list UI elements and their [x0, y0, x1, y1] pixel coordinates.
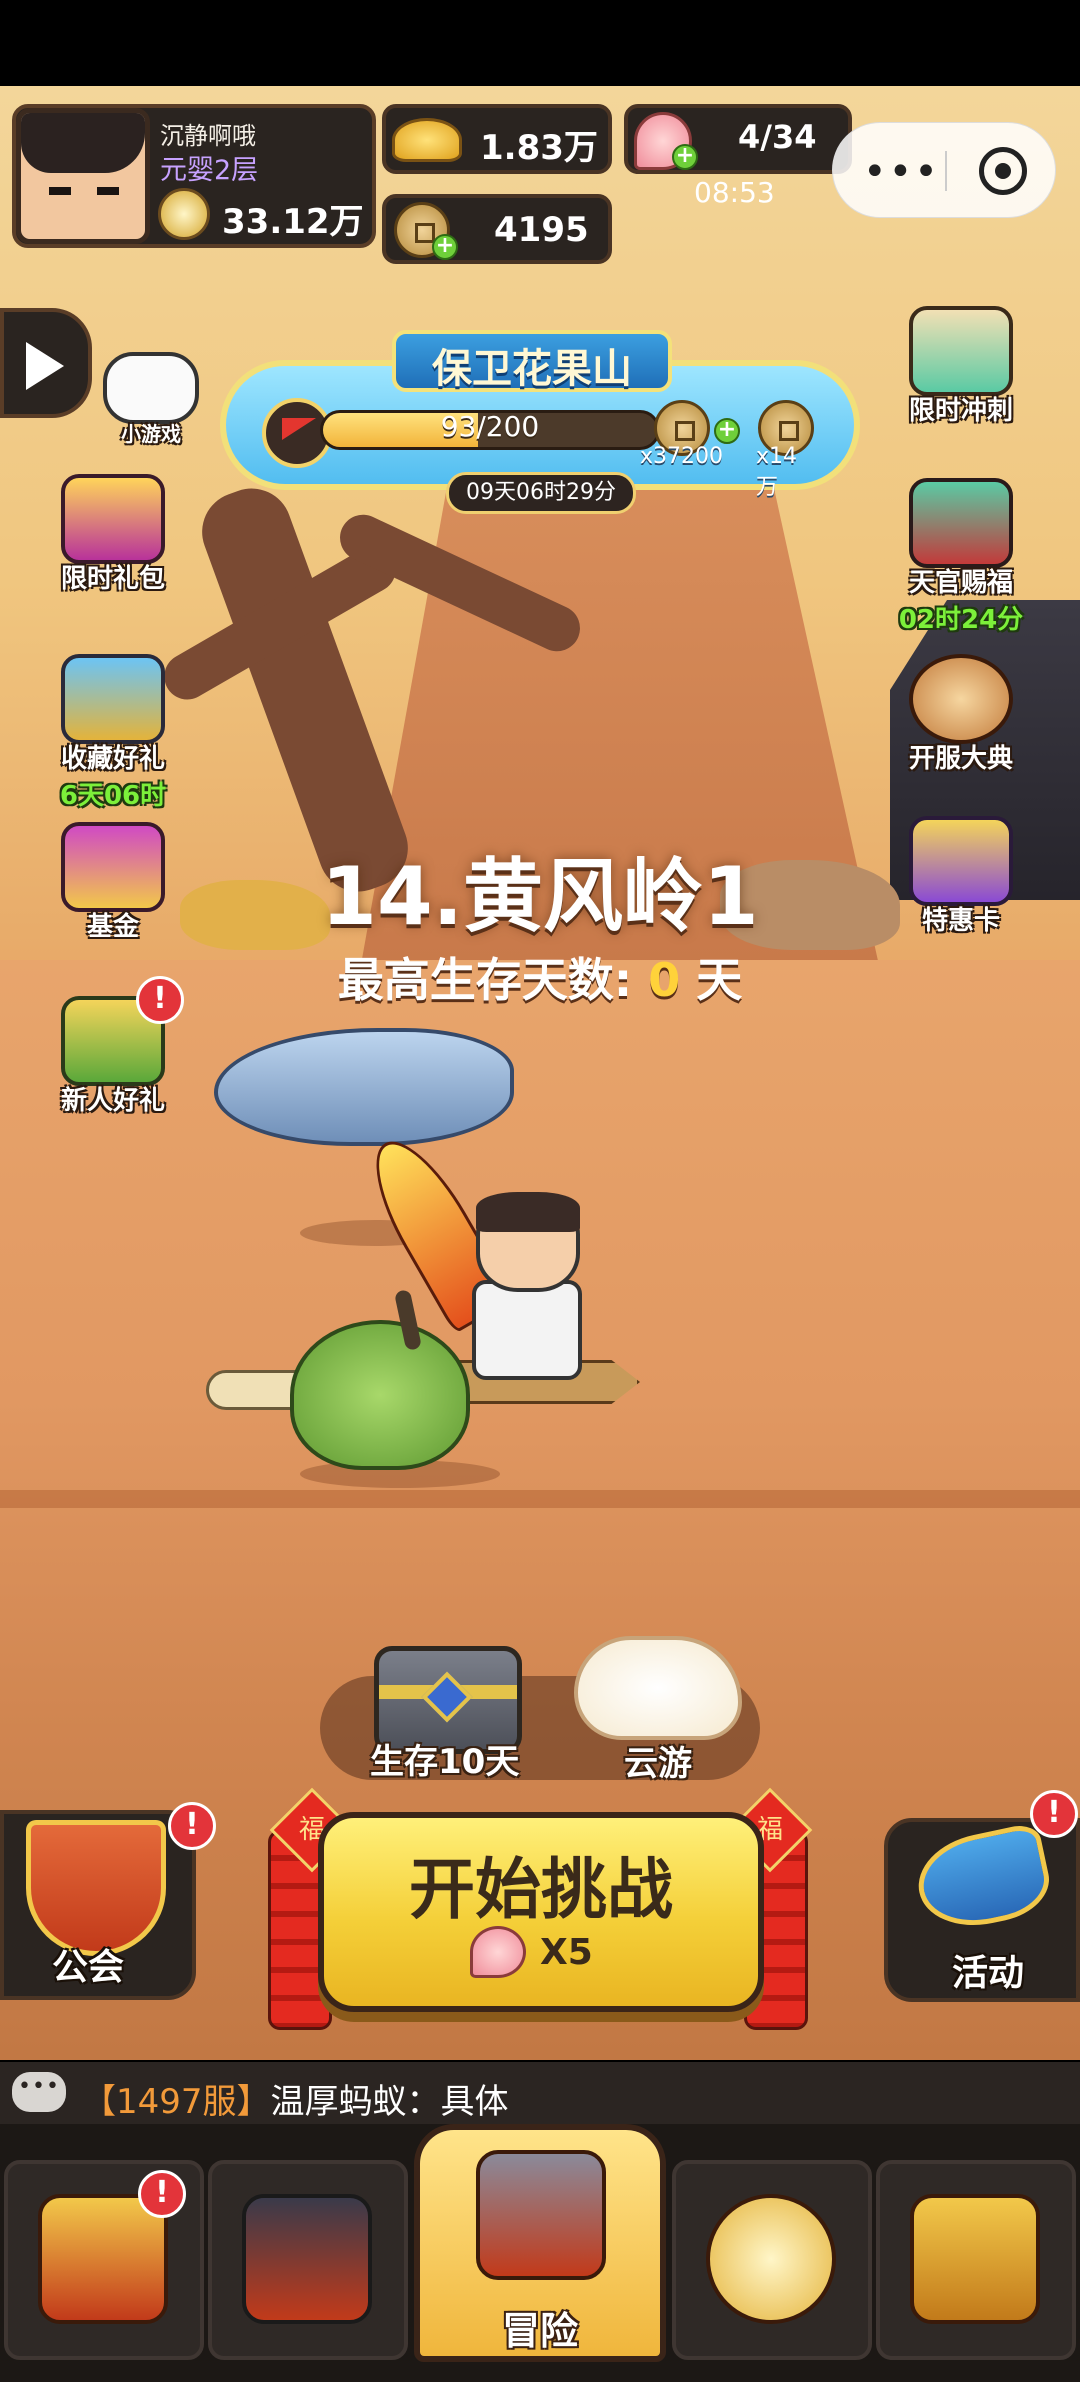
start-challenge-label: 开始挑战	[409, 1851, 673, 1928]
limited-gift-label: 限时礼包	[60, 564, 165, 594]
chat-content: 温厚蚂蚁：具体	[270, 2082, 509, 2122]
challenge-cost: X5	[470, 1926, 593, 1978]
guild-label: 公会	[52, 1947, 125, 1988]
miniprogram-capsule: •••	[832, 122, 1056, 218]
treasure-icon	[61, 654, 165, 744]
reward-2-label: x14万	[756, 444, 798, 500]
ground-edge	[0, 1490, 1080, 1508]
capsule-divider	[945, 151, 947, 191]
event-title: 保卫花果山	[432, 346, 632, 392]
armor-icon	[242, 2194, 372, 2324]
server-celebration-button[interactable]: 开服大典	[896, 654, 1026, 775]
survival-unit: 天	[696, 953, 743, 1007]
limited-sprint-label: 限时冲刺	[908, 396, 1013, 426]
peach-value: 4/34	[738, 118, 817, 156]
coin-value: 4195	[494, 210, 589, 250]
avatar-hair	[21, 113, 145, 173]
avatar-eye	[97, 187, 119, 195]
max-survival-days: 最高生存天数: 0 天	[0, 944, 1080, 1010]
nav-adventure-label: 冒险	[501, 2309, 578, 2353]
green-dragon-pet	[290, 1320, 470, 1470]
plus-icon: +	[714, 418, 740, 444]
gift-bag-icon	[61, 474, 165, 564]
survival-days-value: 0	[648, 953, 681, 1007]
limited-sprint-button[interactable]: 限时冲刺	[896, 306, 1026, 427]
mini-game-label: 小游戏	[121, 422, 181, 446]
upgrade-arrow-icon	[706, 2194, 836, 2324]
nav-treasure[interactable]	[876, 2160, 1076, 2360]
mini-game-button[interactable]: 小游戏	[86, 352, 216, 447]
peach-icon	[470, 1926, 526, 1978]
fan-icon	[909, 478, 1013, 568]
collect-gift-button[interactable]: 收藏好礼 6天06时	[48, 654, 178, 812]
event-countdown: 09天06时29分	[446, 472, 636, 514]
top-black-bar	[0, 0, 1080, 86]
close-miniprogram-icon[interactable]	[979, 147, 1027, 195]
cloud-travel-button[interactable]	[574, 1636, 742, 1740]
chat-message[interactable]: 【1497服】温厚蚂蚁：具体	[82, 2074, 509, 2123]
nav-character[interactable]	[208, 2160, 408, 2360]
stage-title: 14.黄风岭1	[321, 850, 759, 943]
chat-server: 【1497服】	[82, 2082, 271, 2122]
treasure-chest-icon	[910, 2194, 1040, 2324]
coin-resource[interactable]: + 4195	[382, 194, 612, 264]
event-progress-text: 93/200	[440, 410, 540, 443]
chat-bubble-icon[interactable]	[12, 2072, 66, 2112]
guild-banner-icon	[26, 1820, 166, 1956]
hero-body	[472, 1280, 582, 1380]
add-peach-icon[interactable]: +	[672, 144, 698, 170]
peach-resource[interactable]: + 4/34	[624, 104, 852, 174]
power-icon	[158, 188, 210, 240]
activity-button[interactable]: 活动	[884, 1818, 1080, 2002]
cloud-label: 云游	[624, 1744, 692, 1784]
challenge-cost-value: X5	[540, 1931, 593, 1973]
newbie-gift-label: 新人好礼	[60, 1086, 165, 1116]
peach-refill-timer: 08:53	[694, 176, 775, 209]
blessing-timer: 02时24分	[898, 605, 1024, 635]
player-power: 33.12万	[222, 202, 364, 242]
add-coin-icon[interactable]: +	[432, 234, 458, 260]
hero-hair	[476, 1192, 580, 1232]
more-icon[interactable]: •••	[863, 149, 940, 195]
chest-label: 生存10天	[370, 1742, 520, 1782]
horn-icon	[910, 1821, 1056, 1937]
alert-icon: !	[138, 2170, 186, 2218]
nav-upgrade[interactable]	[672, 2160, 872, 2360]
server-celebration-label: 开服大典	[908, 744, 1013, 774]
player-name: 沉静啊哦	[160, 122, 256, 150]
gold-ingot-icon	[392, 118, 462, 162]
blessing-label: 天官赐福	[908, 568, 1013, 598]
gold-resource[interactable]: 1.83万	[382, 104, 612, 174]
collect-gift-label: 收藏好礼	[60, 744, 165, 774]
player-avatar[interactable]	[16, 108, 150, 244]
gold-value: 1.83万	[480, 128, 598, 168]
hourglass-icon	[909, 306, 1013, 396]
alert-icon: !	[168, 1802, 216, 1850]
reward-1-label: x37200	[640, 444, 724, 469]
gamepad-icon	[103, 352, 199, 424]
avatar-eye	[49, 187, 71, 195]
guild-button[interactable]: 公会	[0, 1810, 196, 2000]
collect-gift-timer: 6天06时	[59, 781, 167, 811]
drum-icon	[909, 654, 1013, 744]
play-icon[interactable]	[0, 308, 92, 418]
player-realm: 元婴2层	[160, 155, 259, 186]
blessing-button[interactable]: 天官赐福 02时24分	[896, 478, 1026, 636]
chest-lock-icon	[421, 1671, 473, 1723]
survival-label: 最高生存天数:	[337, 953, 633, 1007]
alert-icon: !	[1030, 1790, 1078, 1838]
limited-gift-button[interactable]: 限时礼包	[48, 474, 178, 595]
activity-label: 活动	[952, 1953, 1025, 1994]
crossed-swords-icon	[476, 2150, 606, 2280]
